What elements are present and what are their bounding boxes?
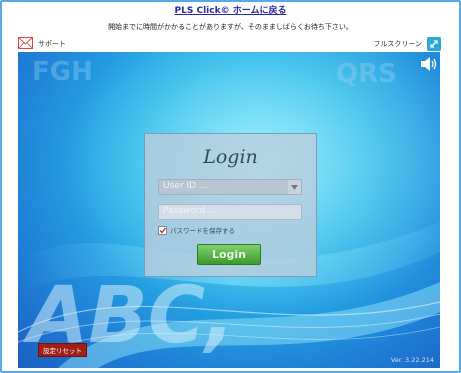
background-letters-top-left: FGH [32,57,93,87]
save-password-checkbox[interactable] [158,225,167,235]
check-icon [159,227,166,234]
login-button[interactable]: Login [197,244,261,265]
fullscreen-label: フルスクリーン [373,40,422,48]
version-label: Ver. 3.22.214 [390,356,434,364]
chevron-down-icon[interactable] [288,180,301,194]
expand-icon[interactable] [427,37,441,51]
password-placeholder: Password ... [163,206,217,216]
user-id-placeholder: User ID ... [163,181,208,191]
support-label: サポート [38,40,66,48]
login-panel: Login User ID ... Password ... パスワードを保存す… [144,133,317,277]
reset-settings-button[interactable]: 設定リセット [38,343,87,357]
mail-icon [18,37,33,51]
login-title: Login [203,146,258,168]
home-link[interactable]: PLS Click© ホームに戻る [0,3,461,16]
password-input[interactable]: Password ... [158,204,302,220]
fullscreen-button[interactable]: フルスクリーン [373,36,441,52]
login-stage: ABC, FGH QRS Login User ID ... Password … [18,52,440,368]
background-letters-top-right: QRS [336,59,397,89]
user-id-select[interactable]: User ID ... [158,179,302,195]
loading-notice: 開始までに時間がかかることがありますが、そのまましばらくお待ち下さい。 [108,23,353,31]
support-link[interactable]: サポート [18,36,66,52]
save-password-label: パスワードを保存する [170,227,235,235]
save-password-option[interactable]: パスワードを保存する [158,225,235,235]
speaker-icon[interactable] [420,56,438,76]
